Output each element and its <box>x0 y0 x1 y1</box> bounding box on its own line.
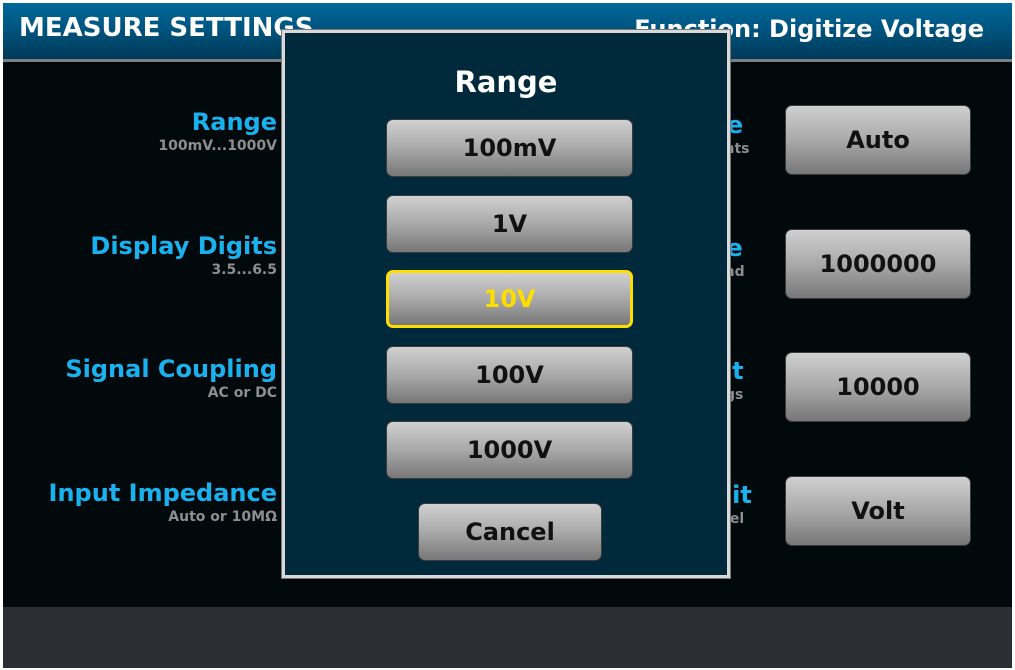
setting-label: Display Digits <box>90 232 277 260</box>
value-button-unit[interactable]: Volt <box>785 476 971 546</box>
value-button-auto[interactable]: Auto <box>785 105 971 175</box>
range-option-100v[interactable]: 100V <box>386 346 633 404</box>
setting-range: Range 100mV...1000V <box>158 108 277 154</box>
setting-display-digits: Display Digits 3.5...6.5 <box>90 232 277 278</box>
setting-signal-coupling: Signal Coupling AC or DC <box>65 355 277 401</box>
range-option-10v-selected[interactable]: 10V <box>386 270 633 328</box>
value-button-sample-rate[interactable]: 1000000 <box>785 229 971 299</box>
setting-hint: 3.5...6.5 <box>211 262 277 278</box>
dialog-title: Range <box>454 65 558 99</box>
setting-label: Signal Coupling <box>65 355 277 383</box>
range-dialog: Range 100mV 1V 10V 100V 1000V Cancel <box>281 29 731 579</box>
setting-hint: Auto or 10MΩ <box>168 509 277 525</box>
setting-label: Input Impedance <box>48 479 277 507</box>
screen: MEASURE SETTINGS Function: Digitize Volt… <box>3 3 1012 668</box>
setting-label: Range <box>191 108 277 136</box>
footer-bar <box>3 607 1012 668</box>
cancel-button[interactable]: Cancel <box>418 503 602 561</box>
setting-input-impedance: Input Impedance Auto or 10MΩ <box>49 479 277 525</box>
range-option-1v[interactable]: 1V <box>386 195 633 253</box>
setting-hint: AC or DC <box>207 385 277 401</box>
value-button-count[interactable]: 10000 <box>785 352 971 422</box>
setting-hint: 100mV...1000V <box>158 138 277 154</box>
range-option-1000v[interactable]: 1000V <box>386 421 633 479</box>
page-title: MEASURE SETTINGS <box>19 13 314 43</box>
range-option-100mv[interactable]: 100mV <box>386 119 633 177</box>
